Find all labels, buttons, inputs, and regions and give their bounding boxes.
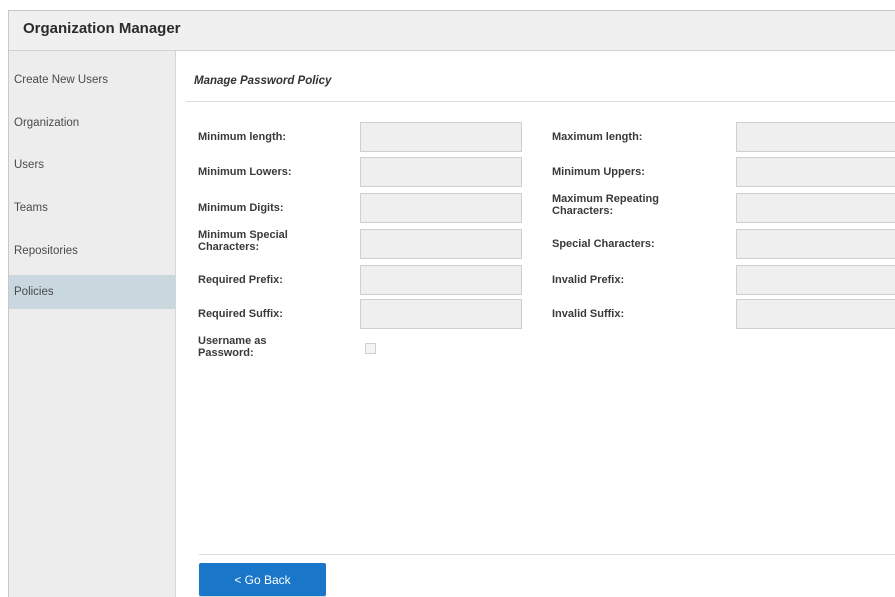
min-digits-label: Minimum Digits: (198, 202, 284, 214)
max-length-label: Maximum length: (552, 131, 643, 143)
invalid-suffix-input[interactable] (736, 299, 895, 329)
title-bar: Organization Manager (9, 11, 895, 51)
divider (186, 101, 895, 102)
max-repeating-input[interactable] (736, 193, 895, 223)
min-length-label: Minimum length: (198, 131, 286, 143)
invalid-prefix-input[interactable] (736, 265, 895, 295)
section-title: Manage Password Policy (194, 75, 332, 87)
max-length-input[interactable] (736, 122, 895, 152)
app-title: Organization Manager (23, 20, 181, 37)
special-chars-input[interactable] (736, 229, 895, 259)
required-suffix-label: Required Suffix: (198, 308, 283, 320)
sidebar: Create New Users Organization Users Team… (9, 51, 176, 597)
main-content: Manage Password Policy Minimum length: M… (177, 51, 895, 597)
sidebar-item-teams[interactable]: Teams (9, 191, 175, 225)
min-lowers-input[interactable] (360, 157, 522, 187)
min-uppers-input[interactable] (736, 157, 895, 187)
sidebar-item-organization[interactable]: Organization (9, 106, 175, 140)
sidebar-item-policies[interactable]: Policies (9, 275, 175, 309)
special-chars-label: Special Characters: (552, 238, 655, 250)
min-digits-input[interactable] (360, 193, 522, 223)
go-back-button[interactable]: < Go Back (199, 563, 326, 596)
required-prefix-label: Required Prefix: (198, 274, 283, 286)
footer-divider (199, 554, 895, 555)
username-as-password-checkbox[interactable] (365, 343, 376, 354)
max-repeating-label: Maximum Repeating Characters: (552, 193, 659, 217)
min-special-label: Minimum Special Characters: (198, 229, 288, 253)
username-as-password-label: Username as Password: (198, 335, 267, 359)
min-uppers-label: Minimum Uppers: (552, 166, 645, 178)
min-length-input[interactable] (360, 122, 522, 152)
invalid-prefix-label: Invalid Prefix: (552, 274, 625, 286)
min-special-input[interactable] (360, 229, 522, 259)
sidebar-item-repositories[interactable]: Repositories (9, 234, 175, 268)
sidebar-item-create-new-users[interactable]: Create New Users (9, 63, 175, 97)
required-suffix-input[interactable] (360, 299, 522, 329)
invalid-suffix-label: Invalid Suffix: (552, 308, 625, 320)
required-prefix-input[interactable] (360, 265, 522, 295)
min-lowers-label: Minimum Lowers: (198, 166, 292, 178)
sidebar-item-users[interactable]: Users (9, 148, 175, 182)
